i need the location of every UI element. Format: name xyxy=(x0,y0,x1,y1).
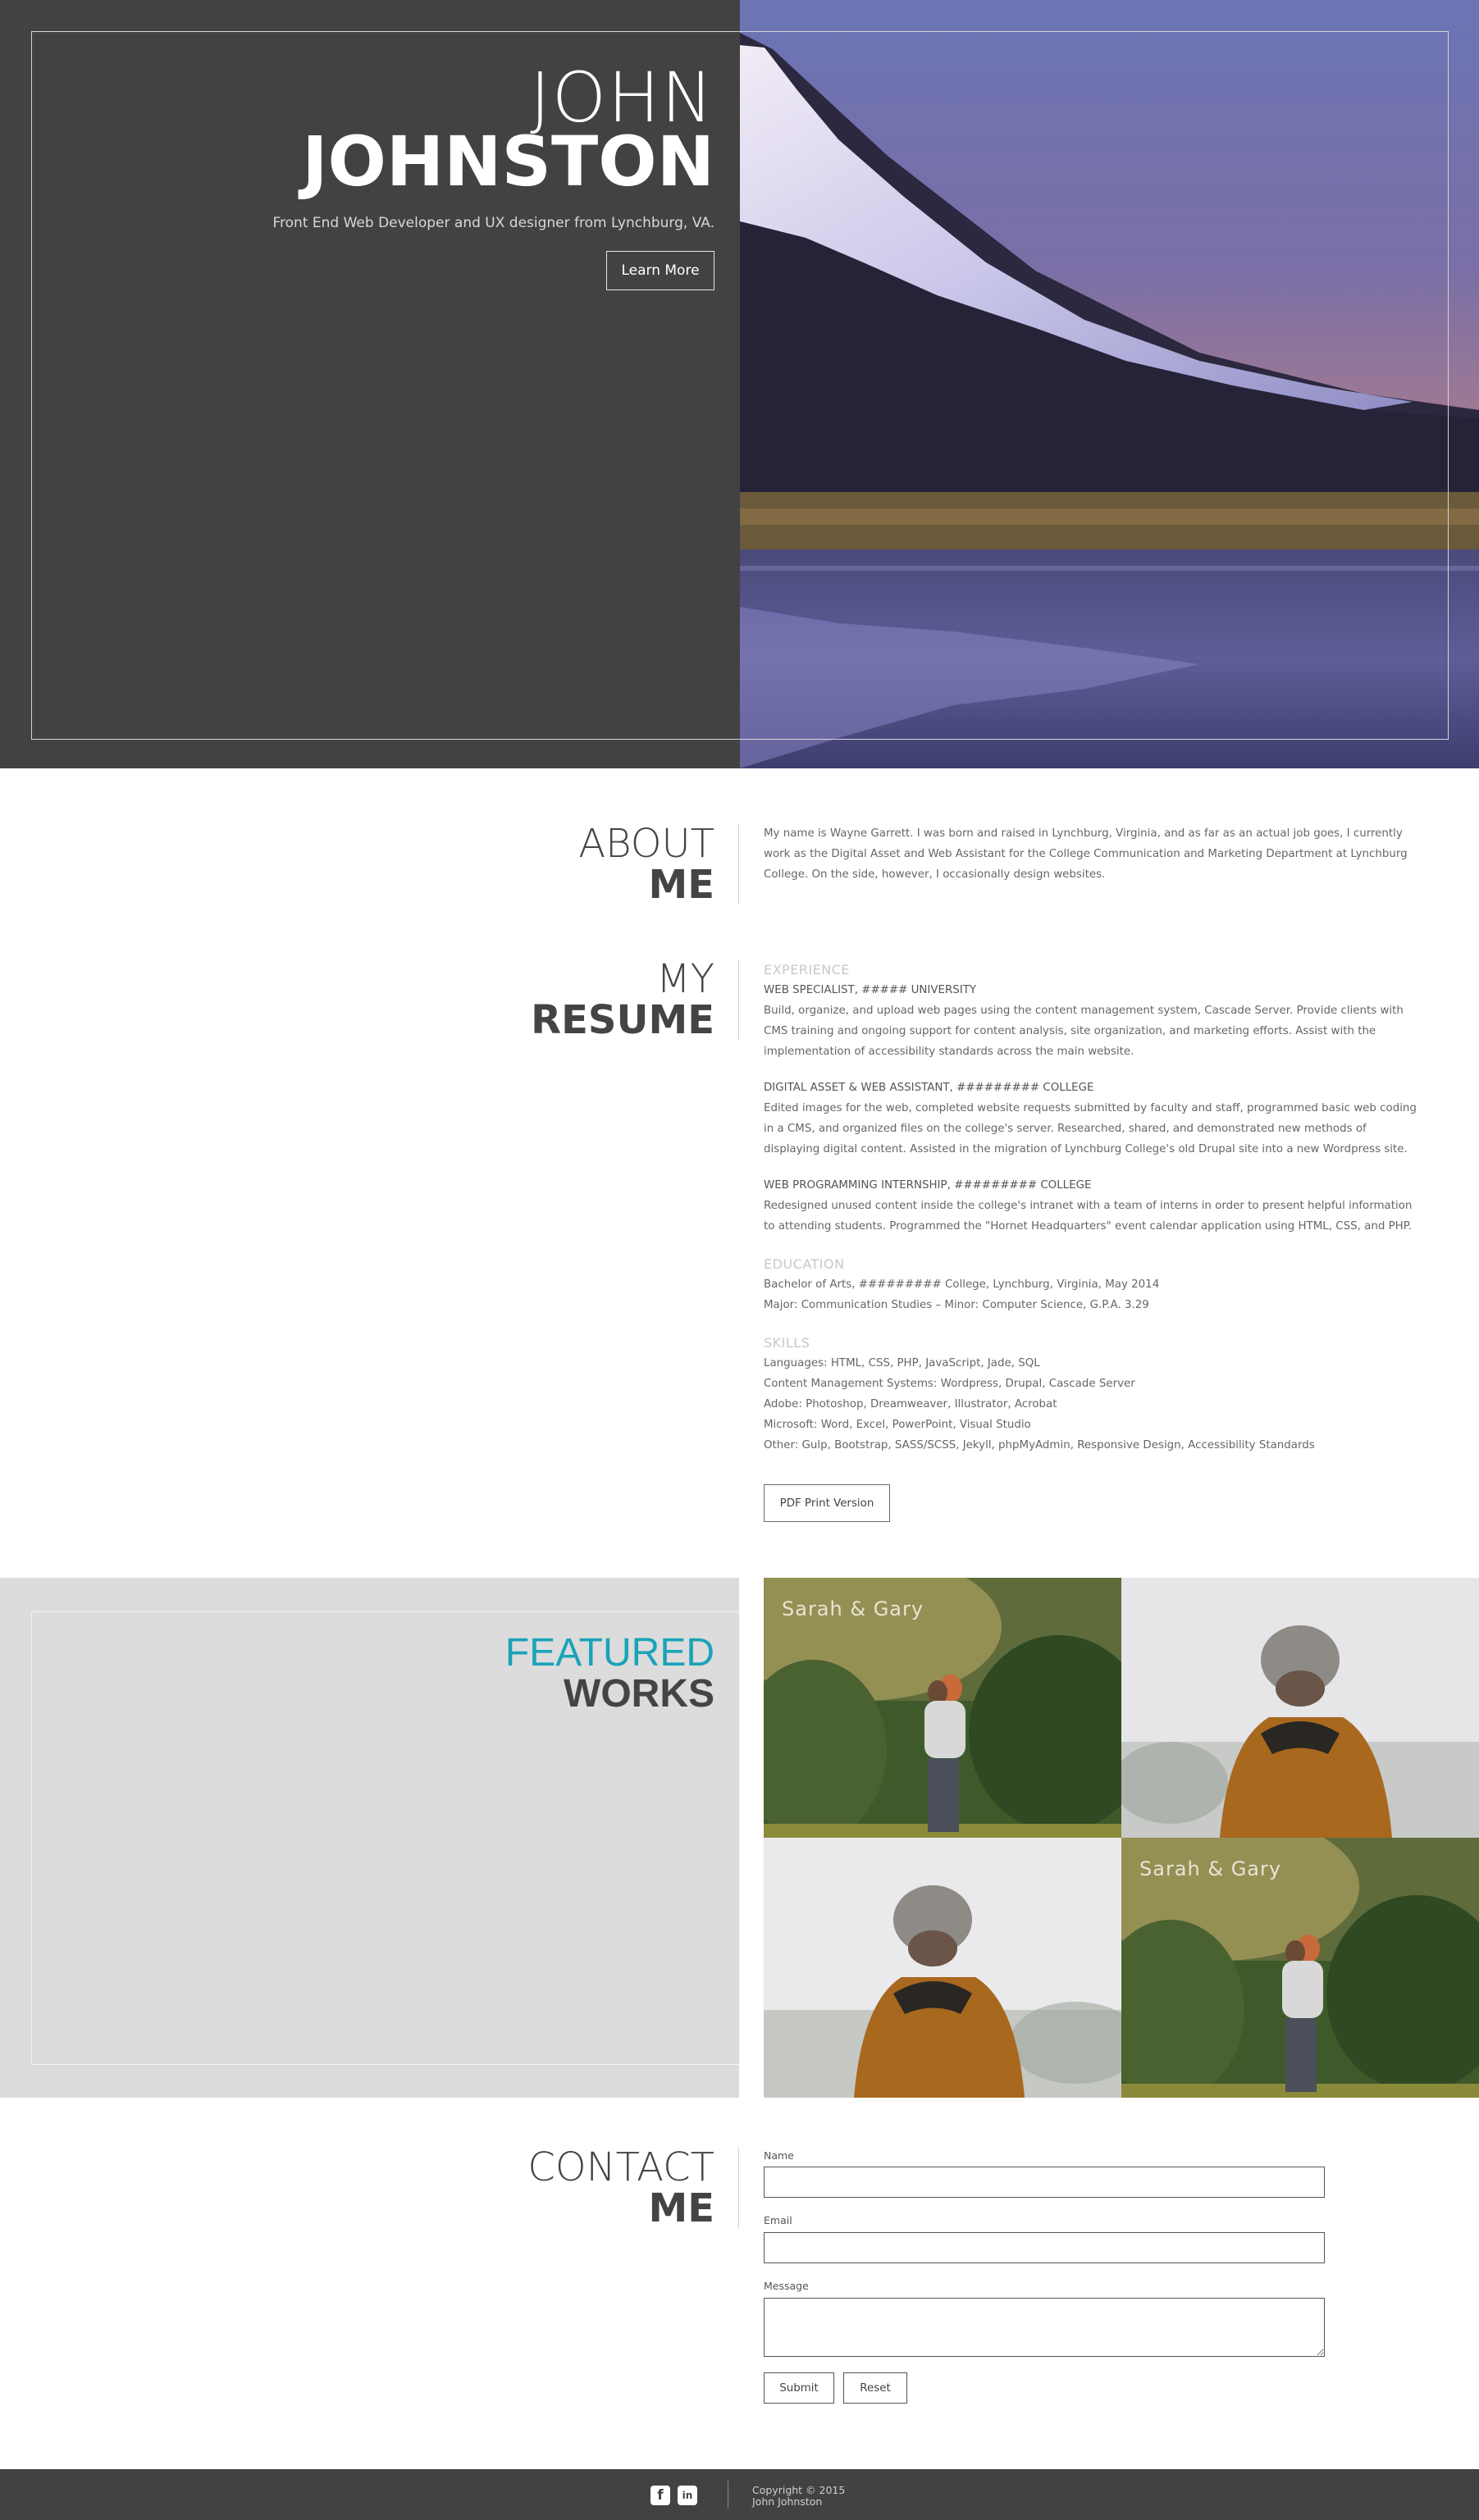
job-description: Redesigned unused content inside the col… xyxy=(764,1200,1413,1233)
job-description: Build, organize, and upload web pages us… xyxy=(764,1005,1404,1058)
footer: f in Copyright © 2015 John Johnston xyxy=(0,2469,1479,2520)
footer-name: John Johnston xyxy=(752,2495,823,2508)
resume-heading: MY RESUME xyxy=(531,959,714,1040)
education-label: EDUCATION xyxy=(764,1256,845,1272)
featured-heading-bold: WORKS xyxy=(564,1672,714,1716)
job-title: WEB PROGRAMMING INTERNSHIP, ######### CO… xyxy=(764,1179,1092,1192)
copyright-text: Copyright © 2015 xyxy=(752,2484,846,2496)
about-divider xyxy=(738,824,739,905)
about-heading-light: ABOUT xyxy=(578,821,714,867)
featured-heading-light: FEATURED xyxy=(504,1631,714,1675)
tile-caption: Sarah & Gary xyxy=(1139,1857,1282,1880)
hero-tagline: Front End Web Developer and UX designer … xyxy=(272,215,714,231)
hero-last-name: JOHNSTON xyxy=(302,121,714,202)
contact-heading: CONTACT ME xyxy=(527,2148,714,2228)
submit-button[interactable]: Submit xyxy=(764,2372,834,2404)
name-label: Name xyxy=(764,2149,794,2162)
name-field[interactable] xyxy=(764,2167,1325,2198)
about-heading: ABOUT ME xyxy=(578,824,714,905)
hooded-person-photo xyxy=(1121,1578,1479,1838)
footer-text: Copyright © 2015 John Johnston xyxy=(752,2485,845,2508)
skills-label: SKILLS xyxy=(764,1335,810,1351)
skills-item: Other: Gulp, Bootstrap, SASS/SCSS, Jekyl… xyxy=(764,1439,1315,1451)
contact-heading-bold: ME xyxy=(648,2185,714,2231)
tile-caption: Sarah & Gary xyxy=(782,1597,924,1620)
hero-frame xyxy=(31,31,1449,740)
featured-work-tile[interactable] xyxy=(1121,1578,1479,1838)
about-text: My name is Wayne Garrett. I was born and… xyxy=(764,827,1408,881)
email-field[interactable] xyxy=(764,2232,1325,2263)
reset-button[interactable]: Reset xyxy=(843,2372,907,2404)
featured-work-tile[interactable]: Sarah & Gary xyxy=(1121,1838,1479,2098)
skills-item: Microsoft: Word, Excel, PowerPoint, Visu… xyxy=(764,1419,1031,1431)
contact-divider xyxy=(738,2148,739,2228)
skills-item: Languages: HTML, CSS, PHP, JavaScript, J… xyxy=(764,1357,1040,1369)
resume-divider xyxy=(738,959,739,1040)
linkedin-icon[interactable]: in xyxy=(678,2486,697,2505)
message-label: Message xyxy=(764,2280,809,2292)
contact-heading-light: CONTACT xyxy=(527,2144,714,2190)
skills-item: Content Management Systems: Wordpress, D… xyxy=(764,1378,1135,1390)
message-field[interactable] xyxy=(764,2298,1325,2357)
skills-item: Adobe: Photoshop, Dreamweaver, Illustrat… xyxy=(764,1398,1057,1410)
education-item: Bachelor of Arts, ######### College, Lyn… xyxy=(764,1278,1160,1291)
about-heading-bold: ME xyxy=(648,862,714,908)
job-description: Edited images for the web, completed web… xyxy=(764,1102,1417,1155)
featured-work-tile[interactable]: Sarah & Gary xyxy=(764,1578,1121,1838)
resume-heading-light: MY xyxy=(656,956,714,1002)
job-title: DIGITAL ASSET & WEB ASSISTANT, #########… xyxy=(764,1082,1094,1094)
hooded-person-photo xyxy=(764,1838,1121,2098)
featured-work-tile[interactable] xyxy=(764,1838,1121,2098)
email-label: Email xyxy=(764,2214,792,2226)
featured-heading: FEATURED WORKS xyxy=(505,1634,714,1714)
hero-section: JOHN JOHNSTON Front End Web Developer an… xyxy=(0,0,1479,768)
pdf-print-button[interactable]: PDF Print Version xyxy=(764,1484,890,1522)
experience-label: EXPERIENCE xyxy=(764,962,851,977)
education-item: Major: Communication Studies – Minor: Co… xyxy=(764,1299,1149,1311)
facebook-icon[interactable]: f xyxy=(650,2486,670,2505)
resume-heading-bold: RESUME xyxy=(531,997,714,1043)
resume-content: EXPERIENCE WEB SPECIALIST, ##### UNIVERS… xyxy=(764,960,1420,1456)
learn-more-button[interactable]: Learn More xyxy=(606,251,714,290)
job-title: WEB SPECIALIST, ##### UNIVERSITY xyxy=(764,984,977,996)
